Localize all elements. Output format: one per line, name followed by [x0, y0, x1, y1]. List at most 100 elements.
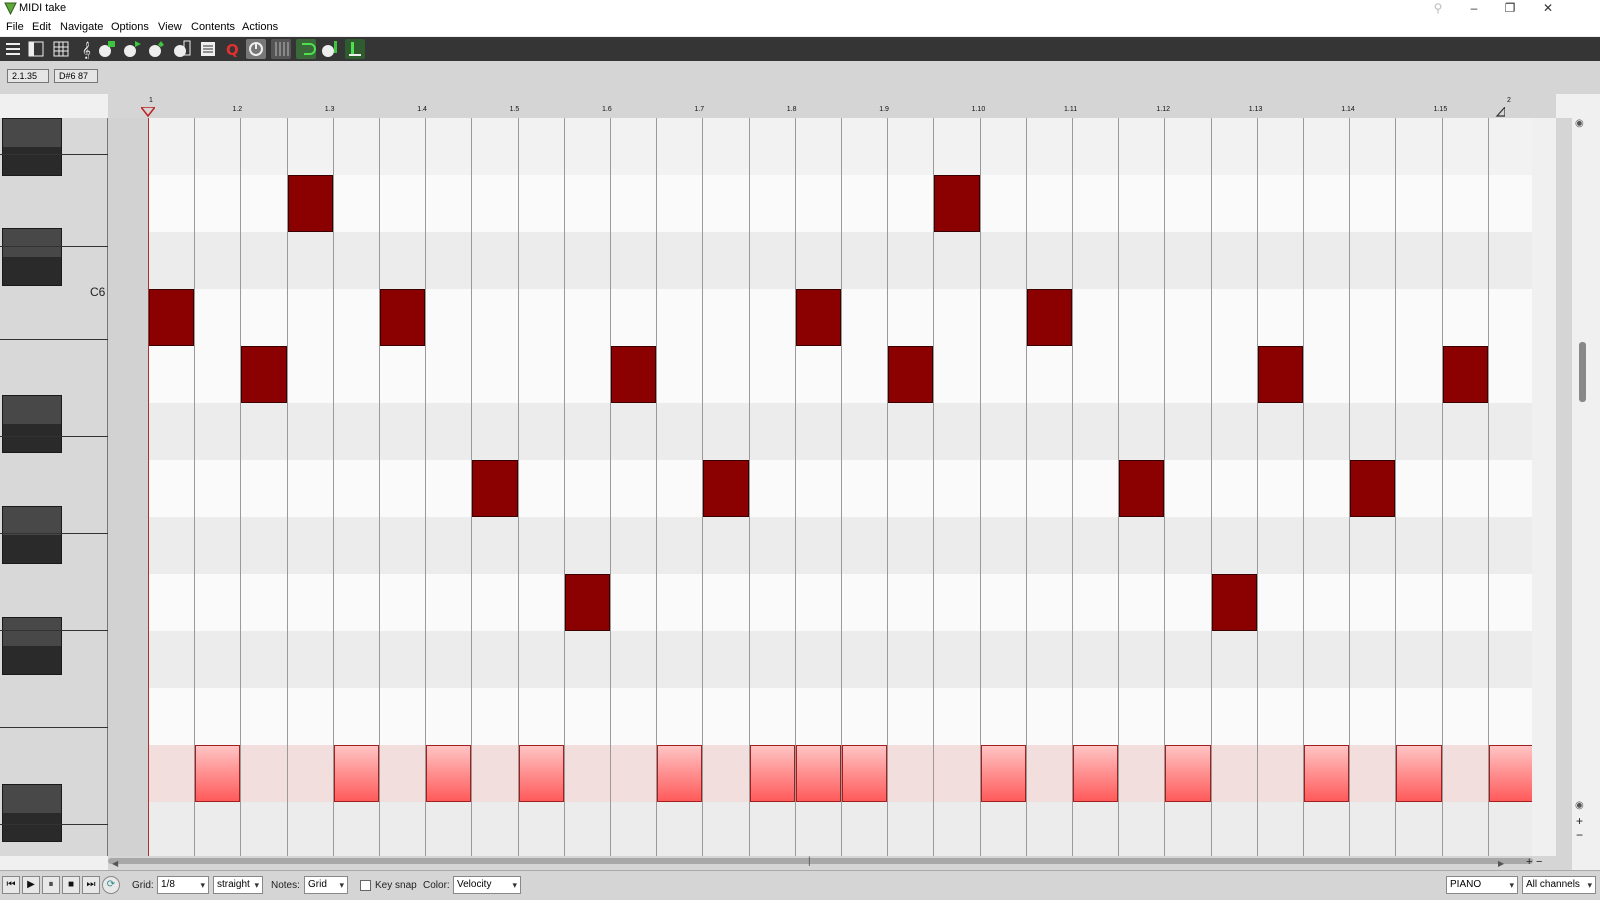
position-readout[interactable]: 2.1.35	[7, 69, 49, 83]
midi-note[interactable]	[287, 175, 333, 232]
midi-note-selected[interactable]	[1073, 745, 1119, 802]
midi-note[interactable]	[564, 574, 610, 631]
notes-select[interactable]: Grid ▾	[304, 876, 348, 894]
menu-navigate[interactable]: Navigate	[60, 21, 103, 33]
scroll-left-icon[interactable]: ◀	[112, 859, 118, 868]
notation-treble-clef-icon[interactable]: 𝄞	[76, 39, 96, 59]
vertical-zoom-thumb[interactable]	[1579, 342, 1586, 402]
midi-note[interactable]	[241, 346, 287, 403]
pitch-row[interactable]	[148, 631, 1532, 688]
piano-keyboard[interactable]: C6	[0, 118, 108, 856]
view-list-icon[interactable]	[3, 39, 23, 59]
midi-note-selected[interactable]	[1396, 745, 1442, 802]
zoom-in-horizontal-icon[interactable]: +	[1526, 856, 1532, 868]
midi-note-selected[interactable]	[749, 745, 795, 802]
stop-button[interactable]: ■	[62, 876, 80, 894]
midi-note-selected[interactable]	[842, 745, 888, 802]
quantize-icon[interactable]: Q	[222, 39, 242, 59]
zoom-out-horizontal-icon[interactable]: −	[1536, 856, 1542, 868]
midi-note[interactable]	[1211, 574, 1257, 631]
midi-note[interactable]	[934, 175, 980, 232]
midi-note-selected[interactable]	[1304, 745, 1350, 802]
midi-note[interactable]	[611, 346, 657, 403]
play-button[interactable]: ▶	[22, 876, 40, 894]
key-mode-select[interactable]: PIANO ▾	[1446, 876, 1518, 894]
piano-black-key[interactable]	[2, 784, 62, 842]
midi-note[interactable]	[1119, 460, 1165, 517]
pitch-row[interactable]	[148, 802, 1532, 856]
scroll-up-icon[interactable]: ◉	[1575, 118, 1584, 129]
loop-end-marker-icon[interactable]	[1495, 107, 1505, 117]
scroll-down-icon[interactable]: ◉	[1575, 800, 1584, 811]
snap-icon[interactable]	[246, 39, 266, 59]
zoom-out-vertical-icon[interactable]: −	[1576, 828, 1583, 842]
menu-edit[interactable]: Edit	[32, 21, 51, 33]
piano-black-key[interactable]	[2, 617, 62, 675]
menu-actions[interactable]: Actions	[242, 21, 278, 33]
grid-toggle-icon[interactable]	[271, 39, 291, 59]
view-piano-roll-icon[interactable]	[26, 39, 46, 59]
note-readout[interactable]: D#6 87	[54, 69, 98, 83]
pitch-row[interactable]	[148, 175, 1532, 232]
midi-note[interactable]	[1350, 460, 1396, 517]
pitch-row[interactable]	[148, 118, 1532, 175]
midi-note-selected[interactable]	[657, 745, 703, 802]
piano-black-key[interactable]	[2, 506, 62, 564]
restore-button[interactable]: ❐	[1492, 0, 1528, 18]
midi-note[interactable]	[472, 460, 518, 517]
menu-view[interactable]: View	[158, 21, 182, 33]
timeline-ruler[interactable]: 1 1.2 1.3 1.4 1.5 1.6 1.7 1.8 1.9 1.10 1.11 1.12 1.…	[108, 94, 1556, 118]
minimize-button[interactable]: –	[1456, 0, 1492, 18]
vertical-scrollbar[interactable]	[1556, 118, 1572, 856]
channel-select[interactable]: All channels ▾	[1522, 876, 1596, 894]
scroll-right-icon[interactable]: ▶	[1498, 859, 1504, 868]
key-snap-checkbox[interactable]	[360, 880, 371, 891]
pitch-row[interactable]	[148, 688, 1532, 745]
view-event-list-icon[interactable]	[51, 39, 71, 59]
close-button[interactable]: ✕	[1530, 0, 1566, 18]
pause-button[interactable]: ⏸	[42, 876, 60, 894]
step-input-icon[interactable]	[345, 39, 365, 59]
midi-note-selected[interactable]	[795, 745, 841, 802]
midi-note-selected[interactable]	[333, 745, 379, 802]
menu-contents[interactable]: Contents	[191, 21, 235, 33]
midi-note[interactable]	[1026, 289, 1072, 346]
loop-start-marker-icon[interactable]	[141, 107, 155, 117]
pitch-row[interactable]	[148, 574, 1532, 631]
pitch-row[interactable]	[148, 460, 1532, 517]
grid-type-select[interactable]: straight ▾	[213, 876, 263, 894]
pin-icon[interactable]: ⚲	[1420, 0, 1456, 18]
go-end-button[interactable]: ⏭	[82, 876, 100, 894]
piano-roll-grid[interactable]	[108, 118, 1532, 856]
midi-input-green-icon[interactable]	[97, 39, 117, 59]
midi-note-selected[interactable]	[426, 745, 472, 802]
midi-note-selected[interactable]	[1165, 745, 1211, 802]
midi-note-selected[interactable]	[195, 745, 241, 802]
midi-record-icon[interactable]	[147, 39, 167, 59]
midi-note[interactable]	[149, 289, 195, 346]
midi-play-green-icon[interactable]	[122, 39, 142, 59]
midi-note-selected[interactable]	[980, 745, 1026, 802]
horizontal-scroll-thumb[interactable]	[108, 858, 1533, 864]
midi-note[interactable]	[1257, 346, 1303, 403]
midi-note[interactable]	[1442, 346, 1488, 403]
horizontal-scrollbar[interactable]: ◀ | ▶ + −	[108, 856, 1572, 870]
grid-select[interactable]: 1/8 ▾	[157, 876, 209, 894]
menu-options[interactable]: Options	[111, 21, 149, 33]
piano-black-key[interactable]	[2, 228, 62, 286]
midi-note[interactable]	[380, 289, 426, 346]
midi-note-selected[interactable]	[518, 745, 564, 802]
repeat-toggle-icon[interactable]: ⟳	[102, 876, 120, 894]
midi-note[interactable]	[795, 289, 841, 346]
go-start-button[interactable]: ⏮	[2, 876, 20, 894]
loop-toggle-icon[interactable]	[296, 39, 316, 59]
color-select[interactable]: Velocity ▾	[453, 876, 521, 894]
chase-events-icon[interactable]	[320, 39, 340, 59]
midi-note[interactable]	[888, 346, 934, 403]
piano-black-key[interactable]	[2, 395, 62, 453]
pitch-row[interactable]	[148, 403, 1532, 460]
piano-black-key[interactable]	[2, 118, 62, 176]
menu-file[interactable]: File	[6, 21, 24, 33]
pitch-row[interactable]	[148, 517, 1532, 574]
midi-note-selected[interactable]	[1488, 745, 1532, 802]
